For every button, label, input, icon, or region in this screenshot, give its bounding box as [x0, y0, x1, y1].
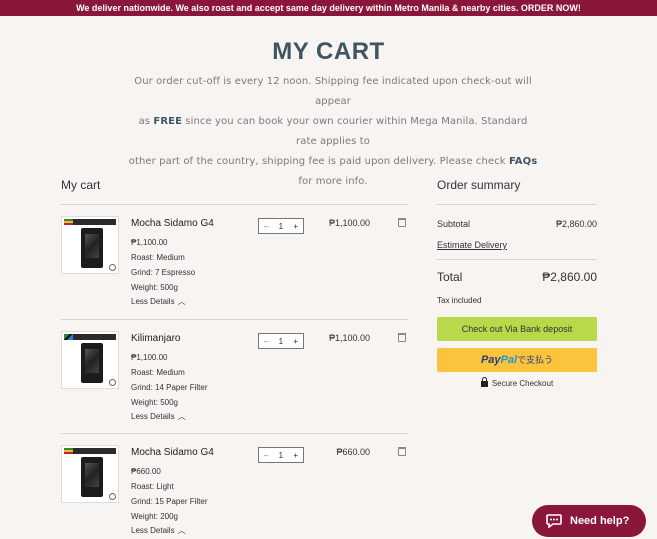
need-help-label: Need help? — [570, 515, 630, 527]
lock-icon — [480, 377, 488, 387]
product-roast: Roast: Medium — [131, 253, 185, 262]
cart-heading: My cart — [61, 178, 101, 192]
decrease-qty-button[interactable]: – — [264, 222, 268, 231]
shipping-info: Our order cut-off is every 12 noon. Ship… — [128, 72, 538, 192]
summary-divider — [437, 204, 597, 205]
trash-icon[interactable] — [398, 333, 406, 342]
quantity-value[interactable]: 1 — [279, 222, 283, 231]
announcement-banner[interactable]: We deliver nationwide. We also roast and… — [0, 0, 657, 16]
total-row: Total ₱2,860.00 — [437, 270, 597, 284]
line-total: ₱1,100.00 — [328, 333, 370, 343]
decrease-qty-button[interactable]: – — [264, 337, 268, 346]
product-image[interactable] — [61, 445, 119, 503]
product-weight: Weight: 500g — [131, 283, 178, 292]
total-value: ₱2,860.00 — [542, 270, 597, 284]
page-title: MY CART — [272, 38, 385, 65]
total-label: Total — [437, 270, 463, 284]
chevron-up-icon: ︿ — [177, 526, 186, 535]
line-total: ₱660.00 — [336, 447, 370, 457]
product-roast: Roast: Medium — [131, 368, 185, 377]
product-name[interactable]: Mocha Sidamo G4 — [131, 447, 214, 458]
product-unit-price: ₱660.00 — [131, 467, 161, 476]
secure-checkout: Secure Checkout — [437, 377, 597, 388]
product-grind: Grind: 7 Espresso — [131, 268, 196, 277]
item-divider — [61, 319, 408, 320]
product-grind: Grind: 14 Paper Filter — [131, 383, 208, 392]
chevron-up-icon: ︿ — [177, 412, 186, 421]
paypal-checkout-button[interactable]: PayPalで支払う — [437, 348, 597, 372]
product-weight: Weight: 200g — [131, 512, 178, 521]
product-unit-price: ₱1,100.00 — [131, 238, 168, 247]
chevron-up-icon: ︿ — [177, 297, 186, 306]
less-details-toggle[interactable]: Less Details ︿ — [131, 296, 186, 307]
product-name[interactable]: Kilimanjaro — [131, 333, 180, 344]
decrease-qty-button[interactable]: – — [264, 451, 268, 460]
tax-note: Tax included — [437, 296, 482, 305]
cart-item: Mocha Sidamo G4 ₱1,100.00 Roast: Medium … — [61, 216, 408, 330]
product-image[interactable] — [61, 216, 119, 274]
cart-divider — [61, 204, 408, 205]
product-unit-price: ₱1,100.00 — [131, 353, 168, 362]
faqs-link[interactable]: FAQs — [509, 156, 537, 167]
quantity-value[interactable]: 1 — [279, 337, 283, 346]
increase-qty-button[interactable]: + — [293, 451, 298, 460]
product-grind: Grind: 15 Paper Filter — [131, 497, 208, 506]
product-weight: Weight: 500g — [131, 398, 178, 407]
order-summary-heading: Order summary — [437, 178, 521, 192]
subtotal-value: ₱2,860.00 — [555, 219, 597, 229]
product-roast: Roast: Light — [131, 482, 174, 491]
increase-qty-button[interactable]: + — [293, 337, 298, 346]
item-divider — [61, 433, 408, 434]
paypal-pay-text: で支払う — [517, 355, 554, 365]
paypal-logo-pay: Pay — [480, 354, 501, 366]
quantity-stepper[interactable]: – 1 + — [258, 333, 304, 349]
product-image[interactable] — [61, 331, 119, 389]
line-total: ₱1,100.00 — [328, 218, 370, 228]
less-details-toggle[interactable]: Less Details ︿ — [131, 411, 186, 422]
need-help-button[interactable]: Need help? — [532, 505, 646, 537]
trash-icon[interactable] — [398, 218, 406, 227]
increase-qty-button[interactable]: + — [293, 222, 298, 231]
quantity-stepper[interactable]: – 1 + — [258, 218, 304, 234]
subtotal-label: Subtotal — [437, 219, 471, 229]
cart-item: Kilimanjaro ₱1,100.00 Roast: Medium Grin… — [61, 331, 408, 445]
trash-icon[interactable] — [398, 447, 406, 456]
product-name[interactable]: Mocha Sidamo G4 — [131, 218, 214, 229]
chat-bubble-icon — [546, 514, 562, 528]
shipping-info-line-2: as FREE since you can book your own cour… — [138, 116, 528, 147]
shipping-info-line-1: Our order cut-off is every 12 noon. Ship… — [134, 76, 532, 107]
secure-checkout-label: Secure Checkout — [491, 379, 554, 388]
paypal-logo-pal: Pal — [500, 354, 518, 366]
quantity-stepper[interactable]: – 1 + — [258, 447, 304, 463]
cart-item: Mocha Sidamo G4 ₱660.00 Roast: Light Gri… — [61, 445, 408, 539]
free-highlight: FREE — [153, 116, 182, 127]
estimate-delivery-link[interactable]: Estimate Delivery — [437, 240, 507, 250]
quantity-value[interactable]: 1 — [279, 451, 283, 460]
subtotal-row: Subtotal ₱2,860.00 — [437, 219, 597, 229]
less-details-toggle[interactable]: Less Details ︿ — [131, 525, 186, 536]
bank-deposit-checkout-button[interactable]: Check out Via Bank deposit — [437, 317, 597, 341]
summary-divider — [437, 259, 597, 260]
